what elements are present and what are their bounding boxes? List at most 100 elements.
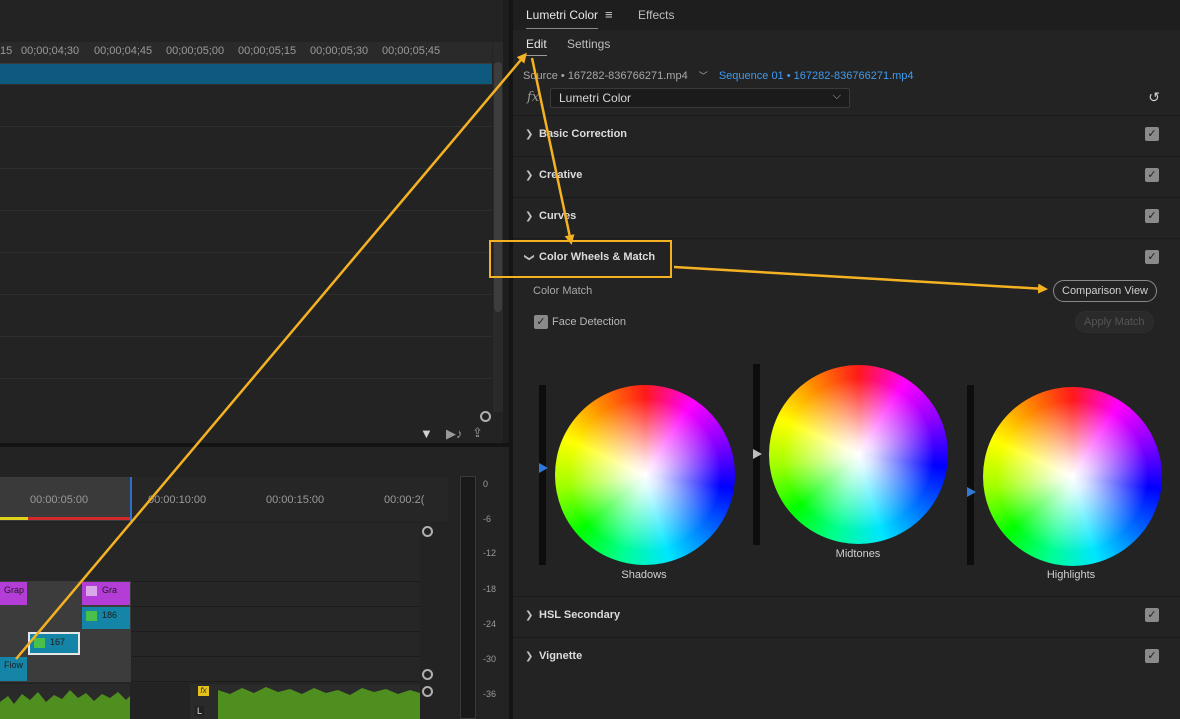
audio-waveform[interactable]: fx L (190, 684, 420, 719)
clip-video-selected[interactable]: 167 (28, 632, 80, 655)
vertical-scrollbar[interactable] (493, 42, 503, 412)
section-curves[interactable]: ❯ Curves ✓ (513, 197, 1180, 238)
meter-label: -24 (483, 619, 497, 629)
ruler-tick-label: 00;00;05;30 (310, 45, 369, 57)
chevron-down-icon[interactable]: ﹀ (699, 71, 708, 81)
chevron-right-icon: ❯ (525, 610, 534, 621)
clip-label: Gra (102, 585, 118, 595)
section-basic-correction[interactable]: ❯ Basic Correction ✓ (513, 115, 1180, 156)
shadows-color-wheel[interactable]: + (555, 385, 735, 565)
tab-effects[interactable]: Effects (638, 8, 674, 22)
wheel-center-icon[interactable]: + (640, 467, 649, 483)
timeline-tick-label: 00:00:15:00 (266, 494, 325, 506)
chevron-right-icon: ❯ (525, 170, 534, 181)
zoom-handle[interactable] (480, 411, 491, 422)
section-title: Creative (539, 169, 583, 181)
timeline-tick-label: 00:00:10:00 (148, 494, 207, 506)
section-enable-checkbox[interactable]: ✓ (1145, 608, 1159, 622)
meter-label: -6 (483, 514, 492, 524)
chevron-right-icon: ❯ (525, 129, 534, 140)
shadows-label: Shadows (621, 569, 667, 581)
midtones-label: Midtones (835, 548, 881, 560)
shadows-slider-handle[interactable] (539, 463, 548, 473)
face-detection-checkbox[interactable]: ✓ (534, 315, 548, 329)
top-time-ruler[interactable]: 15 00;00;04;30 00;00;04;45 00;00;05;00 0… (0, 42, 492, 64)
midtones-color-wheel[interactable]: + (769, 365, 948, 544)
clip-video[interactable]: 186 (82, 607, 130, 629)
ruler-tick-label: 00;00;05;15 (238, 45, 297, 57)
effect-select-value: Lumetri Color (559, 91, 632, 105)
section-title: Vignette (539, 650, 583, 662)
timeline-tick-label: 00:00:05:00 (30, 494, 89, 506)
comparison-view-button[interactable]: Comparison View (1053, 280, 1158, 302)
meter-label: -12 (483, 548, 497, 558)
meter-label: -30 (483, 654, 497, 664)
chevron-right-icon: ❯ (525, 651, 534, 662)
shadows-slider[interactable] (539, 385, 546, 565)
tab-lumetri-color[interactable]: Lumetri Color (526, 8, 599, 29)
clip-graphic[interactable]: Gra (82, 582, 130, 605)
sequence-bar[interactable] (0, 64, 492, 84)
section-enable-checkbox[interactable]: ✓ (1145, 250, 1159, 264)
section-title: HSL Secondary (539, 609, 621, 621)
meter-label: -36 (483, 689, 497, 699)
audio-meter (460, 476, 476, 719)
clip-label: 167 (50, 637, 66, 647)
effect-select[interactable]: Lumetri Color ⌵ (550, 88, 850, 108)
audio-icon[interactable]: ▶♪ (446, 426, 463, 442)
chevron-down-icon: ⌵ (832, 90, 841, 102)
source-clip-label[interactable]: Source • 167282-836766271.mp4 (523, 70, 688, 82)
highlights-slider[interactable] (967, 385, 974, 565)
audio-scroll-handle[interactable] (422, 686, 433, 697)
clip-label: 186 (102, 610, 118, 620)
audio-waveform[interactable] (0, 684, 130, 719)
panel-tab-bar: Lumetri Color ≡ Effects (513, 0, 1180, 30)
subtab-settings[interactable]: Settings (567, 37, 610, 51)
timeline-panel: 00:00:05:00 00:00:10:00 00:00:15:00 00:0… (0, 447, 512, 719)
clip-graphic[interactable]: Grap (0, 582, 27, 605)
fx-badge-icon (86, 585, 97, 596)
clip-label: Fiow (4, 660, 24, 670)
fx-toggle-icon[interactable]: fx (527, 90, 539, 105)
section-enable-checkbox[interactable]: ✓ (1145, 649, 1159, 663)
section-title: Curves (539, 210, 577, 222)
clip-video[interactable]: Fiow (0, 657, 27, 681)
midtones-slider-handle[interactable] (753, 449, 762, 459)
lumetri-color-panel: Lumetri Color ≡ Effects Edit Settings So… (513, 0, 1180, 719)
ruler-tick-label: 00;00;04;45 (94, 45, 153, 57)
fx-badge-icon: fx (198, 686, 209, 696)
track-scroll-handle[interactable] (422, 526, 433, 537)
export-icon[interactable]: ⇪ (472, 425, 483, 441)
playhead[interactable] (130, 477, 132, 521)
highlights-label: Highlights (1046, 569, 1096, 581)
sequence-clip-label[interactable]: Sequence 01 • 167282-836766271.mp4 (719, 70, 914, 82)
section-creative[interactable]: ❯ Creative ✓ (513, 156, 1180, 197)
section-hsl-secondary[interactable]: ❯ HSL Secondary ✓ (513, 596, 1180, 637)
highlights-color-wheel[interactable]: + (983, 387, 1162, 566)
panel-menu-icon[interactable]: ≡ (605, 7, 613, 22)
meter-label: -18 (483, 584, 497, 594)
reset-icon[interactable]: ↺ (1148, 89, 1160, 106)
color-wheels-body: Color Match Comparison View ✓ Face Detec… (513, 279, 1180, 595)
chevron-right-icon: ❯ (525, 211, 534, 222)
track-scroll-handle[interactable] (422, 669, 433, 680)
section-enable-checkbox[interactable]: ✓ (1145, 127, 1159, 141)
filter-icon[interactable]: ▼ (420, 426, 433, 441)
color-match-label: Color Match (533, 285, 593, 297)
highlights-slider-handle[interactable] (967, 487, 976, 497)
subtab-edit[interactable]: Edit (526, 37, 547, 56)
wheel-center-icon[interactable]: + (854, 446, 863, 463)
audio-channel-label: L (195, 706, 205, 716)
highlight-box-color-wheels (489, 240, 672, 278)
track-grid (0, 84, 492, 414)
render-bar-yellow (0, 517, 28, 520)
apply-match-button[interactable]: Apply Match (1075, 311, 1154, 333)
ruler-tick-label: 00;00;04;30 (21, 45, 80, 57)
section-enable-checkbox[interactable]: ✓ (1145, 168, 1159, 182)
section-enable-checkbox[interactable]: ✓ (1145, 209, 1159, 223)
wheel-center-icon[interactable]: + (1068, 468, 1077, 485)
waveform-graphic (218, 687, 420, 719)
section-vignette[interactable]: ❯ Vignette ✓ (513, 637, 1180, 678)
program-track-area: 15 00;00;04;30 00;00;04;45 00;00;05;00 0… (0, 0, 503, 443)
effect-row: fx Lumetri Color ⌵ ↺ (513, 86, 1180, 112)
